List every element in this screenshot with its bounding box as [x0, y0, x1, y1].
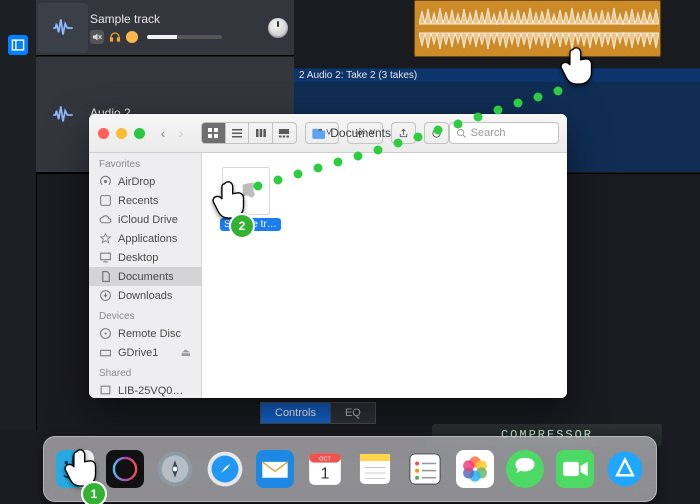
library-toggle-button[interactable] — [8, 35, 28, 55]
eject-icon[interactable]: ⏏ — [181, 346, 191, 359]
dock-finder[interactable] — [53, 447, 97, 491]
finder-content[interactable]: Sample tr… — [202, 153, 567, 398]
volume-slider[interactable] — [147, 35, 222, 39]
dock-reminders[interactable] — [403, 447, 447, 491]
finder-titlebar[interactable]: ‹ › ˅ ˅ Documents Search — [89, 114, 567, 153]
dock-area: OCT 1 — [0, 430, 700, 504]
window-title: Documents — [312, 126, 391, 140]
sidebar-item-recents[interactable]: Recents — [89, 191, 201, 210]
sidebar-item-applications[interactable]: Applications — [89, 229, 201, 248]
pan-knob[interactable] — [268, 18, 288, 38]
sidebar-item-remote-disc[interactable]: Remote Disc — [89, 324, 201, 343]
sidebar-item-downloads[interactable]: Downloads — [89, 286, 201, 305]
nav-buttons: ‹ › — [155, 125, 189, 141]
svg-text:1: 1 — [321, 466, 330, 483]
gallery-view-button[interactable] — [273, 123, 296, 143]
headphones-icon[interactable] — [108, 30, 122, 44]
dock-photos[interactable] — [453, 447, 497, 491]
search-placeholder: Search — [471, 127, 506, 139]
close-button[interactable] — [98, 128, 109, 139]
sidebar-item-airdrop[interactable]: AirDrop — [89, 172, 201, 191]
downloads-icon — [99, 289, 112, 302]
search-field[interactable]: Search — [449, 122, 559, 144]
track-header-1[interactable]: Sample track — [36, 0, 295, 56]
drive-icon — [99, 346, 112, 359]
forward-button[interactable]: › — [173, 125, 189, 141]
documents-icon — [99, 270, 112, 283]
search-icon — [456, 128, 467, 139]
tab-eq[interactable]: EQ — [331, 402, 376, 424]
audio-track-icon — [38, 3, 88, 53]
dock: OCT 1 — [43, 436, 657, 502]
list-view-button[interactable] — [226, 123, 250, 143]
finder-sidebar: Favorites AirDrop Recents iCloud Drive A… — [89, 153, 202, 398]
disc-icon — [99, 327, 112, 340]
sidebar-heading-shared: Shared — [89, 362, 201, 381]
share-button[interactable] — [391, 122, 416, 144]
mute-button[interactable] — [90, 30, 104, 44]
dock-siri[interactable] — [103, 447, 147, 491]
track-name: Sample track — [90, 12, 222, 26]
sidebar-item-documents[interactable]: Documents — [89, 267, 201, 286]
audio-file-icon — [222, 167, 270, 215]
dock-appstore[interactable] — [603, 447, 647, 491]
dock-safari[interactable] — [203, 447, 247, 491]
daw-side-column — [0, 0, 37, 430]
file-item[interactable]: Sample tr… — [220, 167, 272, 231]
tab-controls[interactable]: Controls — [260, 402, 331, 424]
zoom-button[interactable] — [134, 128, 145, 139]
sidebar-item-shared-lib[interactable]: LIB-25VQ0… — [89, 381, 201, 398]
dock-calendar[interactable]: OCT 1 — [303, 447, 347, 491]
inspector-tabs: Controls EQ — [260, 402, 376, 424]
dock-messages[interactable] — [503, 447, 547, 491]
server-icon — [99, 384, 112, 397]
clock-icon — [99, 194, 112, 207]
cloud-icon — [99, 213, 112, 226]
column-view-button[interactable] — [249, 123, 273, 143]
view-mode-segmented[interactable] — [201, 122, 297, 144]
dock-notes[interactable] — [353, 447, 397, 491]
dock-facetime[interactable] — [553, 447, 597, 491]
airdrop-icon — [99, 175, 112, 188]
desktop-icon — [99, 251, 112, 264]
avatar-icon — [126, 31, 138, 43]
folder-icon — [312, 127, 326, 139]
icon-view-button[interactable] — [202, 123, 226, 143]
dock-mail[interactable] — [253, 447, 297, 491]
back-button[interactable]: ‹ — [155, 125, 171, 141]
sidebar-item-icloud[interactable]: iCloud Drive — [89, 210, 201, 229]
audio-track-icon — [38, 90, 88, 140]
sidebar-item-desktop[interactable]: Desktop — [89, 248, 201, 267]
svg-text:OCT: OCT — [319, 456, 331, 462]
sidebar-heading-favorites: Favorites — [89, 153, 201, 172]
sidebar-item-gdrive[interactable]: GDrive1⏏ — [89, 343, 201, 362]
file-label: Sample tr… — [220, 218, 281, 231]
minimize-button[interactable] — [116, 128, 127, 139]
finder-window[interactable]: ‹ › ˅ ˅ Documents Search — [89, 114, 567, 398]
dock-launchpad[interactable] — [153, 447, 197, 491]
audio-region[interactable] — [414, 0, 661, 57]
apps-icon — [99, 232, 112, 245]
tags-button[interactable] — [424, 122, 449, 144]
sidebar-heading-devices: Devices — [89, 305, 201, 324]
